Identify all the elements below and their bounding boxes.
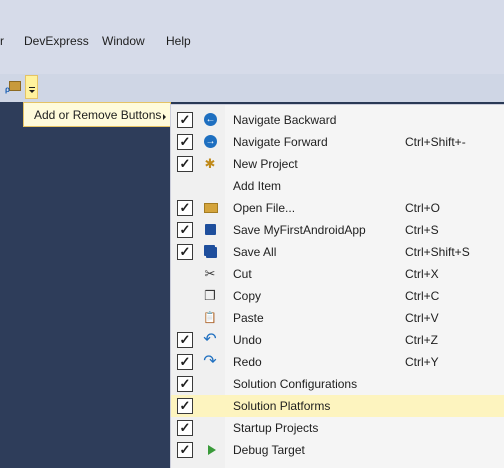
checkbox-checked-icon[interactable]: ✓ [177, 156, 193, 172]
menu-item-window[interactable]: Window [102, 32, 145, 50]
menu-item-debug-target[interactable]: ✓ Debug Target [171, 439, 504, 461]
side-panel [0, 102, 170, 468]
checkbox-checked-icon[interactable]: ✓ [177, 112, 193, 128]
checkbox-checked-icon[interactable]: ✓ [177, 222, 193, 238]
menu-item-label: Startup Projects [233, 421, 319, 435]
checkbox-checked-icon[interactable]: ✓ [177, 354, 193, 370]
checkbox-checked-icon[interactable]: ✓ [177, 244, 193, 260]
add-remove-buttons-label: Add or Remove Buttons [34, 108, 162, 122]
menu-item-paste[interactable]: 📋 Paste Ctrl+V [171, 307, 504, 329]
menu-bar: r DevExpress Window Help [0, 0, 504, 74]
menu-item-shortcut: Ctrl+C [405, 289, 440, 303]
arrow-right-icon: → [204, 135, 217, 148]
checkbox-checked-icon[interactable]: ✓ [177, 398, 193, 414]
menu-item-label: Redo [233, 355, 262, 369]
menu-item-shortcut: Ctrl+Z [405, 333, 438, 347]
menu-item-shortcut: Ctrl+Shift+- [405, 135, 466, 149]
menu-item-label: Paste [233, 311, 264, 325]
menu-item-label: Copy [233, 289, 262, 303]
checkbox-checked-icon[interactable]: ✓ [177, 332, 193, 348]
scissors-icon: ✂ [204, 266, 216, 281]
chevron-right-icon [163, 114, 166, 120]
menu-item-copy[interactable]: ❐ Copy Ctrl+C [171, 285, 504, 307]
chevron-down-icon [29, 90, 35, 93]
menu-item-label: Navigate Backward [233, 113, 337, 127]
menu-item-label: New Project [233, 157, 298, 171]
menu-item-redo[interactable]: ✓ ↷ Redo Ctrl+Y [171, 351, 504, 373]
redo-icon: ↷ [203, 353, 217, 370]
menu-item-startup-projects[interactable]: ✓ Startup Projects [171, 417, 504, 439]
menu-item-label: Save All [233, 245, 277, 259]
menu-item-help[interactable]: Help [166, 32, 191, 50]
toolbar-options-button[interactable] [25, 75, 38, 99]
undo-icon: ↶ [203, 331, 217, 348]
menu-item-label: Debug Target [233, 443, 305, 457]
copy-icon: ❐ [204, 288, 216, 303]
menu-item-label: Open File... [233, 201, 296, 215]
menu-item-solution-platforms[interactable]: ✓ Solution Platforms [171, 395, 504, 417]
add-remove-buttons-menu: ✓ ← Navigate Backward ✓ → Navigate Forward Ctr… [170, 104, 504, 468]
menu-item-label: Cut [233, 267, 252, 281]
menu-item-shortcut: Ctrl+Y [405, 355, 439, 369]
menu-item-label: Navigate Forward [233, 135, 328, 149]
checkbox-checked-icon[interactable]: ✓ [177, 376, 193, 392]
menu-item-devexpress[interactable]: DevExpress [24, 32, 89, 50]
checkbox-checked-icon[interactable]: ✓ [177, 134, 193, 150]
play-icon [208, 445, 216, 455]
menu-item-shortcut: Ctrl+Shift+S [405, 245, 470, 259]
menu-item-save-all[interactable]: ✓ Save All Ctrl+Shift+S [171, 241, 504, 263]
menu-item-solution-configurations[interactable]: ✓ Solution Configurations [171, 373, 504, 395]
checkbox-checked-icon[interactable]: ✓ [177, 442, 193, 458]
menu-item-label: Solution Platforms [233, 399, 331, 413]
menu-item-shortcut: Ctrl+V [405, 311, 439, 325]
open-folder-icon [204, 203, 218, 213]
menu-item-add-item[interactable]: Add Item [171, 175, 504, 197]
menu-item-open-file[interactable]: ✓ Open File... Ctrl+O [171, 197, 504, 219]
menu-item-shortcut: Ctrl+S [405, 223, 439, 237]
save-all-icon [206, 247, 217, 258]
menu-item-save-myfirstandroidapp[interactable]: ✓ Save MyFirstAndroidApp Ctrl+S [171, 219, 504, 241]
menu-item-cut[interactable]: ✂ Cut Ctrl+X [171, 263, 504, 285]
arrow-left-icon: ← [204, 113, 217, 126]
menu-item-label: Solution Configurations [233, 377, 358, 391]
menu-item-navigate-forward[interactable]: ✓ → Navigate Forward Ctrl+Shift+- [171, 131, 504, 153]
menu-item-navigate-backward[interactable]: ✓ ← Navigate Backward [171, 109, 504, 131]
add-remove-buttons-item[interactable]: Add or Remove Buttons [23, 102, 171, 127]
menu-item-label: Undo [233, 333, 262, 347]
new-project-icon: ✱ [204, 156, 216, 171]
menu-item-shortcut: Ctrl+O [405, 201, 441, 215]
solution-explorer-icon[interactable]: ρ [5, 86, 13, 94]
menu-item-new-project[interactable]: ✓ ✱ New Project [171, 153, 504, 175]
checkbox-checked-icon[interactable]: ✓ [177, 420, 193, 436]
toolbar [0, 74, 504, 102]
menu-item-shortcut: Ctrl+X [405, 267, 439, 281]
menu-item-label: Add Item [233, 179, 282, 193]
checkbox-checked-icon[interactable]: ✓ [177, 200, 193, 216]
menu-item-label: Save MyFirstAndroidApp [233, 223, 366, 237]
save-icon [205, 224, 216, 235]
menu-item-partial[interactable]: r [0, 32, 4, 50]
overflow-bar-icon [29, 87, 35, 88]
menu-item-undo[interactable]: ✓ ↶ Undo Ctrl+Z [171, 329, 504, 351]
paste-icon: 📋 [203, 312, 217, 324]
